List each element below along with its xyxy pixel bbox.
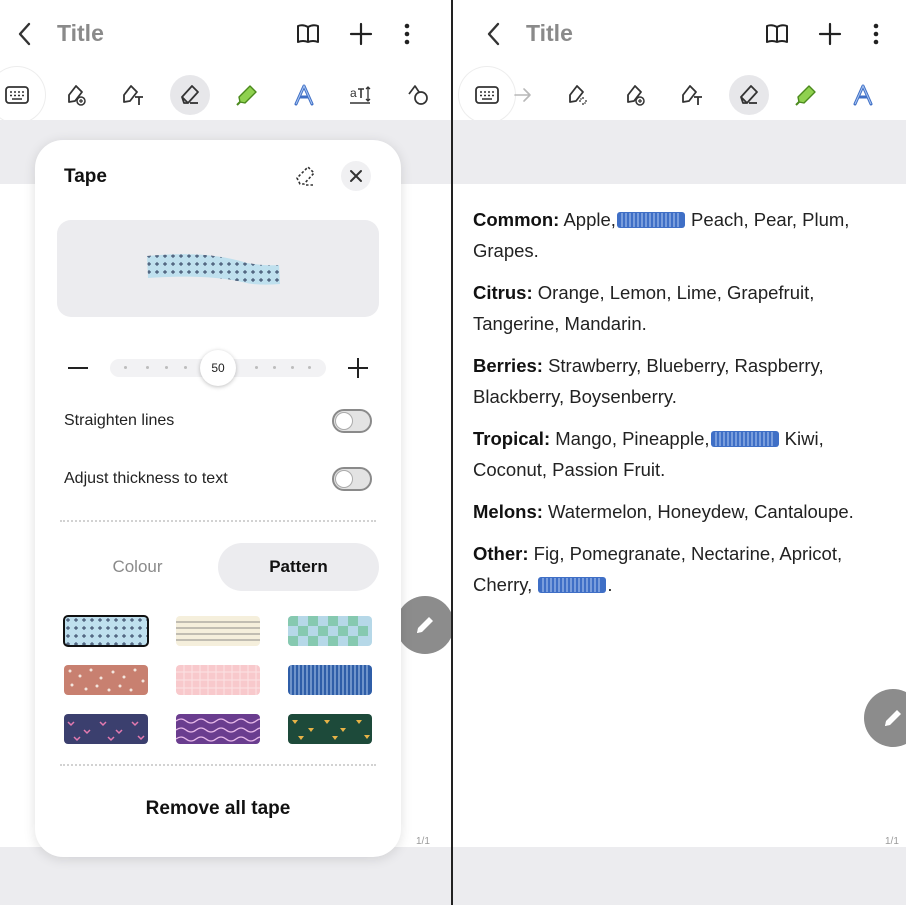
app-bar: Title (0, 0, 451, 68)
pattern-swatch-grid[interactable] (176, 665, 260, 695)
tab-colour[interactable]: Colour (57, 543, 218, 591)
tape-icon[interactable] (170, 75, 210, 115)
close-button[interactable] (341, 161, 371, 191)
panel-title: Tape (64, 166, 107, 187)
page-title: Title (57, 20, 104, 46)
shapes-icon[interactable] (398, 75, 438, 115)
pattern-swatch-waves[interactable] (176, 714, 260, 744)
note-line-other: Other: Fig, Pomegranate, Nectarine, Apri… (473, 543, 843, 595)
more-icon[interactable] (861, 19, 891, 49)
pattern-swatch-lines[interactable] (176, 616, 260, 646)
edit-fab[interactable] (396, 596, 451, 654)
add-icon[interactable] (815, 19, 845, 49)
page-indicator: 1/1 (416, 836, 430, 847)
pattern-swatch-stripes[interactable] (288, 665, 372, 695)
svg-text:a: a (350, 86, 357, 100)
decrease-size-button[interactable] (57, 348, 99, 388)
note-line-common: Common: Apple, Peach, Pear, Plum, Grapes. (473, 209, 850, 261)
highlighter-icon[interactable] (227, 75, 267, 115)
tape-type-tabs: Colour Pattern (57, 543, 379, 591)
increase-size-button[interactable] (337, 348, 379, 388)
text-style-icon[interactable] (284, 75, 324, 115)
tape-icon[interactable] (729, 75, 769, 115)
pen-toolbar: a (0, 67, 451, 123)
straighten-lines-toggle[interactable] (332, 409, 372, 433)
pattern-swatch-seeds[interactable] (288, 714, 372, 744)
ai-pen-icon[interactable] (558, 75, 598, 115)
tape-settings-panel: Tape 50 Straighten lines Adjust thicknes… (35, 140, 401, 857)
pen-toolbar (453, 67, 906, 123)
page-title: Title (526, 20, 573, 46)
note-canvas[interactable]: Common: Apple, Peach, Pear, Plum, Grapes.… (453, 184, 906, 847)
pattern-swatch-checker[interactable] (288, 616, 372, 646)
right-pane: Title Common: Apple, Peach, Pear, Plum, … (453, 0, 906, 905)
adjust-thickness-toggle[interactable] (332, 467, 372, 491)
remove-all-tape-button[interactable]: Remove all tape (35, 798, 401, 820)
text-box-icon[interactable]: a (341, 75, 381, 115)
divider (60, 520, 376, 522)
canvas-top-margin (453, 120, 906, 184)
straighten-lines-row: Straighten lines (64, 406, 372, 436)
divider (60, 764, 376, 766)
tab-pattern[interactable]: Pattern (218, 543, 379, 591)
text-style-icon[interactable] (843, 75, 883, 115)
tape-preview (57, 220, 379, 317)
note-line-citrus: Citrus: Orange, Lemon, Lime, Grapefruit,… (473, 282, 815, 334)
keyboard-icon[interactable] (0, 67, 45, 123)
size-slider-thumb[interactable]: 50 (200, 350, 236, 386)
tape-strip[interactable] (710, 430, 780, 448)
book-icon[interactable] (293, 19, 323, 49)
minus-icon (68, 367, 88, 369)
pattern-swatch-dots[interactable] (64, 665, 148, 695)
note-line-berries: Berries: Strawberry, Blueberry, Raspberr… (473, 355, 824, 407)
size-control: 50 (57, 348, 379, 388)
pen-to-text-icon[interactable] (672, 75, 712, 115)
tape-strip[interactable] (616, 211, 686, 229)
canvas-bottom-margin (453, 847, 906, 905)
pen-icon[interactable] (56, 75, 96, 115)
adjust-thickness-label: Adjust thickness to text (64, 470, 228, 487)
highlighter-icon[interactable] (786, 75, 826, 115)
arrow-right-icon[interactable] (503, 75, 543, 115)
pen-to-text-icon[interactable] (113, 75, 153, 115)
left-pane: Title a 1/1 Tape 50 Straighten lines Adj… (0, 0, 451, 905)
page-indicator: 1/1 (885, 836, 899, 847)
tape-eraser-icon[interactable] (291, 161, 321, 191)
pen-icon[interactable] (615, 75, 655, 115)
tape-strip[interactable] (537, 576, 607, 594)
tape-sample (147, 254, 280, 285)
more-icon[interactable] (392, 19, 422, 49)
back-icon[interactable] (10, 19, 40, 49)
add-icon[interactable] (346, 19, 376, 49)
close-icon (350, 170, 362, 182)
pattern-swatch-hearts[interactable] (64, 714, 148, 744)
book-icon[interactable] (762, 19, 792, 49)
plus-icon (348, 358, 368, 378)
straighten-lines-label: Straighten lines (64, 412, 175, 429)
back-icon[interactable] (479, 19, 509, 49)
app-bar: Title (453, 0, 906, 68)
note-line-melons: Melons: Watermelon, Honeydew, Cantaloupe… (473, 501, 854, 522)
pattern-swatch-plus[interactable] (63, 615, 149, 647)
note-line-tropical: Tropical: Mango, Pineapple, Kiwi, Coconut… (473, 428, 824, 480)
adjust-thickness-row: Adjust thickness to text (64, 464, 372, 494)
